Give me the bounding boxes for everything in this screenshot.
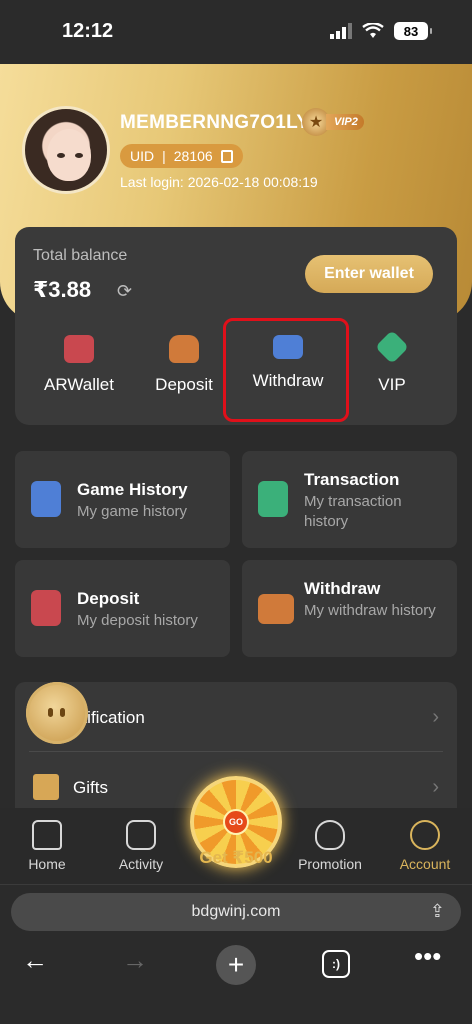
browser-toolbar: bdgwinj.com ⇪ ← → + :) ••• [0,884,472,1024]
highlight-box [223,318,349,422]
quick-action-label: Deposit [155,375,213,394]
vip-gem-icon [375,330,409,364]
status-bar: 12:12 83 [0,0,472,64]
forward-icon[interactable]: → [122,945,148,976]
status-time: 12:12 [62,20,114,42]
uid-pill[interactable]: UID | 28106 [120,144,243,168]
more-icon[interactable]: ••• [414,941,441,972]
quick-action-vip[interactable]: VIP [342,330,442,395]
chevron-right-icon: › [432,776,439,798]
transaction-icon [258,481,288,517]
deposit-history-tile[interactable]: Deposit My deposit history [15,560,230,657]
tile-subtitle: My game history [77,503,188,520]
quick-action-deposit[interactable]: Deposit [134,335,234,395]
nav-label: Promotion [298,856,362,872]
divider [29,751,443,752]
tile-title: Transaction [304,470,400,489]
deposit-bag-icon [169,335,199,363]
uid-value: 28106 [173,148,213,164]
balance-value: ₹3.88 [33,277,92,302]
tile-subtitle: My transaction history [304,493,402,530]
url-bar[interactable]: bdgwinj.com ⇪ [11,893,461,931]
nav-home[interactable]: Home [7,820,87,872]
tile-title: Game History [77,480,188,499]
uid-label: UID [130,148,155,164]
wallet-icon [64,335,94,363]
copy-icon[interactable] [220,149,233,163]
tile-subtitle: My deposit history [77,612,198,629]
signal-icon [330,23,352,39]
tile-subtitle: My withdraw history [304,602,436,619]
account-icon [410,820,440,850]
url-text: bdgwinj.com [191,903,281,920]
home-icon [32,820,62,850]
get-500-label[interactable]: Get ₹500 [190,848,282,868]
refresh-icon[interactable]: ⟳ [117,281,132,302]
nav-label: Home [28,856,66,872]
avatar[interactable] [22,106,110,194]
activity-icon [126,820,156,850]
quick-action-label: ARWallet [44,375,114,394]
vip-badge: ★ VIP2 [302,108,364,136]
promotion-icon [315,820,345,850]
vip-level: VIP2 [326,114,364,130]
back-icon[interactable]: ← [22,945,48,976]
tile-title: Withdraw [304,579,381,598]
floating-chat-icon[interactable] [26,682,88,744]
gift-icon [33,774,59,800]
quick-action-arwallet[interactable]: ARWallet [29,335,129,395]
last-login: Last login: 2026-02-18 00:08:19 [120,174,318,190]
game-history-icon [31,481,61,517]
deposit-history-icon [31,590,61,626]
withdraw-history-icon [258,594,294,624]
chevron-right-icon: › [432,706,439,728]
nav-activity[interactable]: Activity [101,820,181,872]
username: MEMBERNNG7O1LY [120,112,310,133]
tile-title: Deposit [77,589,140,608]
game-history-tile[interactable]: Game History My game history [15,451,230,548]
nav-label: Account [399,856,451,872]
withdraw-history-tile[interactable]: Withdraw My withdraw history [242,560,457,657]
tabs-icon[interactable]: :) [322,950,350,978]
total-balance-label: Total balance [33,247,128,264]
new-tab-icon[interactable]: + [216,945,256,985]
uid-separator: | [162,148,166,164]
enter-wallet-button[interactable]: Enter wallet [305,255,433,293]
status-icons: 83 [330,22,432,40]
quick-action-label: VIP [378,375,406,394]
nav-promotion[interactable]: Promotion [290,820,370,872]
wifi-icon [362,23,384,38]
nav-label: Activity [118,856,164,872]
transaction-tile[interactable]: Transaction My transaction history [242,451,457,548]
share-icon[interactable]: ⇪ [430,901,445,922]
wheel-go-button[interactable]: GO [223,809,249,835]
battery-icon: 83 [394,22,432,40]
gifts-label: Gifts [73,778,108,797]
nav-account[interactable]: Account [385,820,465,872]
